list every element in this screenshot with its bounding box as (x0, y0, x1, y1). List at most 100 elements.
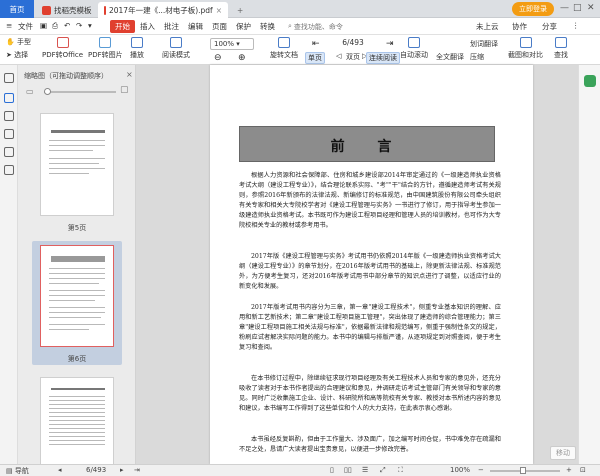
tab-pdf-file[interactable]: 2017年一建《...材电子板).pdf × (98, 2, 228, 18)
nav-toggle[interactable]: ▤ 导航 (6, 466, 29, 476)
close-window-icon[interactable]: ✕ (587, 3, 595, 13)
screenshot-icon (519, 37, 532, 48)
more-icon[interactable]: ▾ (88, 21, 92, 30)
pdf-to-image-button[interactable]: PDF转图片 (88, 37, 123, 60)
status-zoom-slider[interactable] (490, 467, 560, 474)
menu-start[interactable]: 开始 (110, 20, 135, 33)
new-tab-button[interactable]: + (231, 2, 249, 18)
fullscreen-icon[interactable]: ⛶ (398, 466, 403, 475)
status-prev-icon[interactable]: ◂ (58, 466, 62, 474)
find-button[interactable]: 查找 (554, 37, 568, 60)
save-icon[interactable]: ▣ (40, 21, 47, 30)
double-page-button[interactable]: 双页 (336, 52, 360, 62)
read-mode-button[interactable]: 阅读模式 (162, 37, 190, 60)
minimize-icon[interactable]: — (560, 3, 569, 13)
last-page-icon[interactable]: ⇥ (386, 39, 394, 49)
screenshot-label: 截图和对比 (508, 51, 543, 59)
assistant-icon[interactable] (584, 75, 596, 87)
attachment-icon[interactable] (4, 129, 14, 139)
zoom-select[interactable]: 100% ▾ (210, 38, 254, 50)
tab-home[interactable]: 首页 (0, 0, 34, 18)
pdf-icon (104, 5, 106, 15)
menu-convert[interactable]: 转换 (260, 21, 275, 32)
tab-template[interactable]: 找稻壳模板 (36, 2, 98, 18)
status-zoom-in-icon[interactable]: + (566, 466, 572, 474)
nav-label: 导航 (14, 467, 29, 475)
thumbnail-label-6: 第6页 (67, 355, 87, 363)
bookmark-icon[interactable] (4, 93, 14, 103)
slider-handle[interactable] (44, 88, 51, 95)
cloud-status[interactable]: 未上云 (476, 21, 499, 32)
paragraph-1: 根据人力资源和社会保障部、住房和城乡建设部2014年审定通过的《一级建造师执业资… (239, 172, 501, 229)
menu-page[interactable]: 页面 (212, 21, 227, 32)
search-placeholder: 查找功能、命令 (293, 22, 343, 31)
thumbnail-panel-icon[interactable] (4, 73, 14, 83)
hand-tool[interactable]: ✋ 手型 (6, 37, 31, 47)
fit-width-icon[interactable]: ⊡ (580, 466, 586, 474)
full-translate-button[interactable]: 全文翻译 (436, 52, 464, 62)
view-continuous-icon[interactable]: ☰ (362, 466, 368, 474)
play-button[interactable]: 播放 (130, 37, 144, 60)
thumbnail-page-5[interactable] (40, 113, 114, 216)
fit-page-icon[interactable]: ⤢ (380, 466, 386, 475)
single-label: 单页 (308, 54, 322, 62)
comment-icon[interactable] (4, 111, 14, 121)
signature-icon[interactable] (4, 147, 14, 157)
continuous-button[interactable]: 连续阅读 (366, 52, 400, 64)
menu-file[interactable]: 文件 (18, 21, 33, 32)
status-next-icon[interactable]: ▸ (120, 466, 124, 474)
play-icon (131, 37, 143, 48)
zone-translate-button[interactable]: 划词翻译 (470, 39, 498, 49)
function-search[interactable]: ⌕ 查找功能、命令 (288, 21, 380, 32)
close-panel-icon[interactable]: × (126, 70, 133, 79)
single-page-button[interactable]: 单页 (305, 52, 325, 64)
select-tool[interactable]: ➤ 选择 (6, 50, 28, 60)
close-tab-icon[interactable]: × (216, 6, 222, 15)
view-double-icon[interactable]: ▯▯ (344, 466, 352, 474)
auto-scroll-label: 自动滚动 (400, 51, 428, 59)
thumbnail-size-slider[interactable] (44, 88, 116, 95)
redo-icon[interactable]: ↷ (76, 21, 82, 30)
compress-label: 压缩 (470, 53, 484, 61)
undo-icon[interactable]: ↶ (64, 21, 70, 30)
print-icon[interactable]: ⎙ (52, 21, 58, 31)
docer-icon (42, 5, 51, 15)
menu-protect[interactable]: 保护 (236, 21, 251, 32)
rotate-label: 旋转文档 (270, 51, 298, 59)
menu-edit[interactable]: 编辑 (188, 21, 203, 32)
status-last-icon[interactable]: ⇥ (134, 466, 140, 474)
first-page-icon[interactable]: ⇤ (312, 39, 320, 49)
rotate-icon (278, 37, 290, 48)
login-button[interactable]: 立即登录 (512, 2, 554, 16)
thumbnail-page-7[interactable] (40, 377, 114, 464)
zoom-in-icon[interactable]: ⊕ (238, 53, 246, 63)
menu-hamburger-icon[interactable]: ≡ (6, 21, 12, 30)
find-label: 查找 (554, 51, 568, 59)
pdf-image-icon (99, 37, 112, 48)
continuous-label: 连续阅读 (369, 54, 397, 62)
layers-icon[interactable] (4, 165, 14, 175)
screenshot-compare-button[interactable]: 截图和对比 (508, 37, 543, 60)
menu-insert[interactable]: 插入 (140, 21, 155, 32)
zoom-slider-handle[interactable] (520, 467, 526, 474)
move-button[interactable]: 移动 (550, 446, 576, 460)
menu-annotate[interactable]: 批注 (164, 21, 179, 32)
thumbnail-panel-title: 缩略图（可拖动调整顺序） (24, 72, 108, 80)
heading-banner: 前 言 (239, 126, 495, 162)
collab-button[interactable]: 协作 (512, 21, 527, 32)
thumbnail-large-icon: ▢ (120, 85, 129, 95)
rotate-button[interactable]: 旋转文档 (270, 37, 298, 60)
more-options-icon[interactable]: ⋮ (572, 21, 580, 30)
status-zoom-out-icon[interactable]: − (478, 466, 484, 474)
pdf-office-label: PDF转Office (42, 51, 84, 59)
auto-scroll-button[interactable]: 自动滚动 (400, 37, 428, 60)
thumbnail-page-6[interactable] (40, 245, 114, 347)
pdf-to-office-button[interactable]: PDF转Office (42, 37, 83, 60)
maximize-icon[interactable]: □ (573, 3, 582, 13)
share-button[interactable]: 分享 (542, 21, 557, 32)
status-bar: ▤ 导航 ◂ 6/493 ▸ ⇥ ▯ ▯▯ ☰ ⤢ ⛶ 100% − + ⊡ (0, 464, 600, 476)
compress-button[interactable]: 压缩 (470, 52, 484, 62)
view-single-icon[interactable]: ▯ (330, 466, 334, 474)
zoom-out-icon[interactable]: ⊖ (214, 53, 222, 63)
page-input[interactable]: 6/493 (327, 38, 379, 50)
